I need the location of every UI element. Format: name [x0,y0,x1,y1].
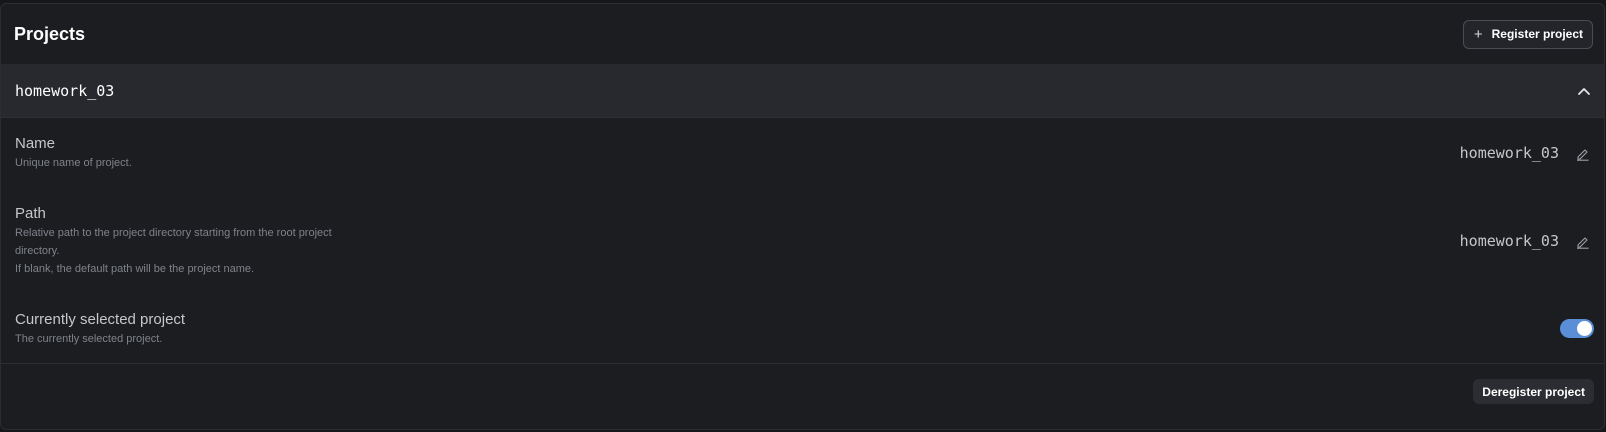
name-value-group: homework_03 [1460,144,1590,162]
page-title: Projects [14,23,86,44]
path-setting: Path Relative path to the project direct… [15,205,1590,278]
panel-header: Projects + Register project [1,4,1604,64]
path-description: Relative path to the project directory s… [15,224,360,278]
toggle-knob [1577,321,1592,336]
path-description-line: If blank, the default path will be the p… [15,263,255,275]
pencil-icon[interactable] [1575,234,1590,249]
name-value: homework_03 [1459,144,1559,162]
selected-label: Currently selected project [15,311,186,328]
project-settings: Name Unique name of project. homework_03… [1,118,1604,364]
project-footer: Deregister project [1,363,1604,422]
path-value-group: homework_03 [1460,232,1590,250]
selected-setting: Currently selected project The currently… [15,311,1594,348]
name-setting: Name Unique name of project. homework_03 [15,135,1590,172]
register-project-button[interactable]: + Register project [1462,19,1593,49]
pencil-icon[interactable] [1575,146,1590,161]
path-value: homework_03 [1459,232,1559,250]
project-title: homework_03 [15,81,115,100]
plus-icon: + [1473,25,1483,43]
path-label: Path [15,205,46,222]
project-accordion-header[interactable]: homework_03 [1,64,1604,118]
chevron-up-icon[interactable] [1577,86,1591,96]
register-project-label: Register project [1491,27,1583,41]
path-description-line: Relative path to the project directory s… [15,227,332,257]
name-description: Unique name of project. [15,157,132,169]
deregister-project-button[interactable]: Deregister project [1473,379,1594,404]
name-label: Name [15,135,56,152]
selected-project-toggle[interactable] [1560,319,1594,338]
selected-description: The currently selected project. [15,333,163,345]
projects-panel: Projects + Register project homework_03 … [0,3,1605,430]
